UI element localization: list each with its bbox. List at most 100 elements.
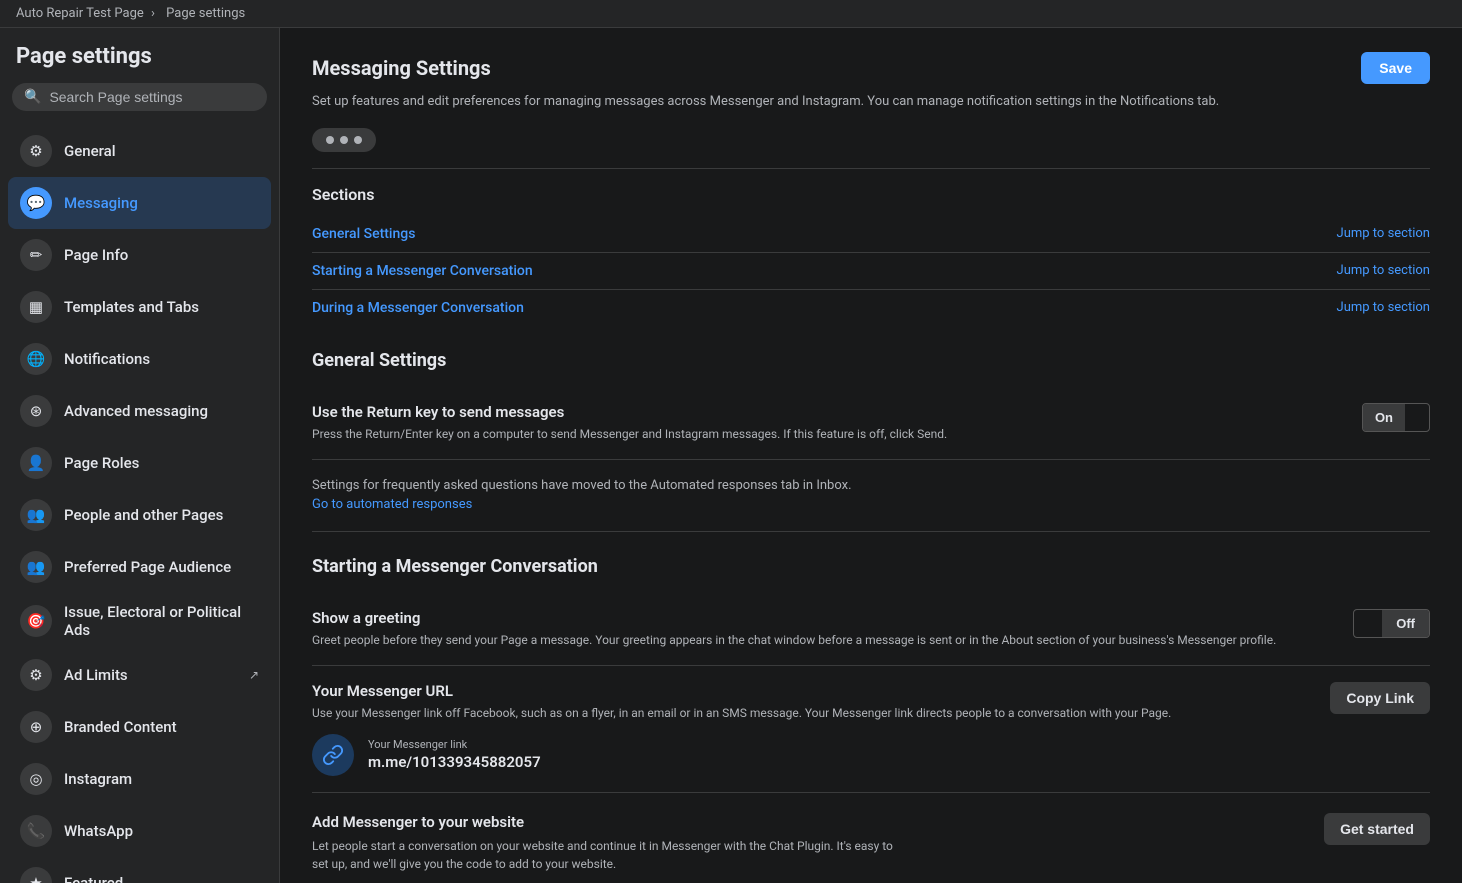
jump-to-starting-conversation[interactable]: Jump to section — [1337, 263, 1430, 278]
add-messenger-title: Add Messenger to your website — [312, 813, 912, 831]
jump-to-general-settings[interactable]: Jump to section — [1337, 226, 1430, 241]
nav-label-issue-ads: Issue, Electoral or Political Ads — [64, 603, 259, 639]
sidebar-item-instagram[interactable]: ◎Instagram — [8, 753, 271, 805]
dot-1 — [326, 136, 334, 144]
sidebar-item-branded-content[interactable]: ⊕ Branded Content — [8, 701, 271, 753]
nav-label-whatsapp: WhatsApp — [64, 822, 259, 840]
copy-link-button[interactable]: Copy Link — [1330, 682, 1430, 714]
greeting-on-button[interactable] — [1354, 617, 1382, 629]
sidebar-item-messaging[interactable]: 💬Messaging — [8, 177, 271, 229]
return-key-setting: Use the Return key to send messages Pres… — [312, 387, 1430, 460]
jump-to-during-conversation[interactable]: Jump to section — [1337, 300, 1430, 315]
sections-heading: Sections — [312, 185, 1430, 204]
sections-list: General Settings Jump to section Startin… — [312, 216, 1430, 326]
sidebar-item-advanced-messaging[interactable]: ⊛ Advanced messaging — [8, 385, 271, 437]
breadcrumb-section: Page settings — [166, 6, 245, 21]
panel-description: Set up features and edit preferences for… — [312, 92, 1430, 112]
sidebar: Page settings 🔍 ⚙ General 💬Messaging ✏ Page … — [0, 28, 280, 883]
show-greeting-toggle[interactable]: Off — [1353, 609, 1430, 638]
greeting-off-button[interactable]: Off — [1382, 610, 1429, 637]
nav-icon-whatsapp: 📞 — [20, 815, 52, 847]
nav-icon-general: ⚙ — [20, 135, 52, 167]
sidebar-item-page-roles[interactable]: 👤Page Roles — [8, 437, 271, 489]
divider-1 — [312, 168, 1430, 169]
search-icon: 🔍 — [24, 89, 41, 105]
messenger-url-label: Your Messenger link — [368, 738, 541, 751]
messenger-url-desc: Use your Messenger link off Facebook, su… — [312, 704, 1314, 722]
messenger-url-title: Your Messenger URL — [312, 682, 1314, 700]
return-key-label: Use the Return key to send messages — [312, 403, 1346, 421]
sidebar-nav: ⚙ General 💬Messaging ✏ Page Info ▦ Templates a… — [0, 121, 279, 883]
nav-label-notifications: Notifications — [64, 350, 259, 368]
panel-header: Messaging Settings Save — [312, 28, 1430, 92]
add-messenger-info: Add Messenger to your website Let people… — [312, 813, 912, 873]
sidebar-item-whatsapp[interactable]: 📞 WhatsApp — [8, 805, 271, 857]
messenger-url-section: Your Messenger URL Use your Messenger li… — [312, 666, 1430, 793]
search-box[interactable]: 🔍 — [12, 83, 267, 111]
messenger-url-info: Your Messenger URL Use your Messenger li… — [312, 682, 1314, 776]
nav-icon-issue-ads: 🎯 — [20, 605, 52, 637]
right-panel: Messaging Settings Save Set up features … — [280, 28, 1462, 883]
get-started-button[interactable]: Get started — [1324, 813, 1430, 845]
toggle-on-button[interactable]: On — [1363, 404, 1405, 431]
dot-2 — [340, 136, 348, 144]
breadcrumb-page-link[interactable]: Auto Repair Test Page — [16, 6, 144, 21]
nav-icon-templates: ▦ — [20, 291, 52, 323]
show-greeting-info: Show a greeting Greet people before they… — [312, 609, 1337, 649]
save-button[interactable]: Save — [1361, 52, 1430, 84]
section-row-3: During a Messenger Conversation Jump to … — [312, 290, 1430, 326]
nav-label-general: General — [64, 142, 259, 160]
sidebar-item-ad-limits[interactable]: ⚙ Ad Limits ↗ — [8, 649, 271, 701]
sidebar-item-featured[interactable]: ★Featured — [8, 857, 271, 883]
external-link-icon-ad-limits: ↗ — [249, 668, 259, 682]
automated-responses-link[interactable]: Go to automated responses — [312, 497, 472, 512]
add-messenger-section: Add Messenger to your website Let people… — [312, 793, 1430, 883]
section-starting-conversation-link[interactable]: Starting a Messenger Conversation — [312, 263, 533, 279]
nav-label-branded-content: Branded Content — [64, 718, 259, 736]
nav-icon-page-info: ✏ — [20, 239, 52, 271]
add-messenger-desc: Let people start a conversation on your … — [312, 837, 912, 873]
nav-label-ad-limits: Ad Limits — [64, 666, 237, 684]
nav-label-templates: Templates and Tabs — [64, 298, 259, 316]
section-row-1: General Settings Jump to section — [312, 216, 1430, 253]
sidebar-item-preferred-audience[interactable]: 👥Preferred Page Audience — [8, 541, 271, 593]
sidebar-item-page-info[interactable]: ✏ Page Info — [8, 229, 271, 281]
messenger-link-icon — [312, 734, 354, 776]
sidebar-item-general[interactable]: ⚙ General — [8, 125, 271, 177]
sidebar-item-issue-ads[interactable]: 🎯 Issue, Electoral or Political Ads — [8, 593, 271, 649]
nav-icon-notifications: 🌐 — [20, 343, 52, 375]
general-settings-section: General Settings Use the Return key to s… — [312, 350, 1430, 532]
nav-icon-ad-limits: ⚙ — [20, 659, 52, 691]
automated-note: Settings for frequently asked questions … — [312, 460, 1430, 532]
automated-note-text: Settings for frequently asked questions … — [312, 478, 852, 493]
messenger-url-display: Your Messenger link m.me/101339345882057 — [312, 734, 1314, 776]
nav-label-page-info: Page Info — [64, 246, 259, 264]
nav-icon-people-pages: 👥 — [20, 499, 52, 531]
add-messenger-header: Add Messenger to your website Let people… — [312, 813, 1430, 873]
nav-label-instagram: Instagram — [64, 770, 259, 788]
nav-icon-branded-content: ⊕ — [20, 711, 52, 743]
nav-icon-messaging: 💬 — [20, 187, 52, 219]
nav-label-preferred-audience: Preferred Page Audience — [64, 558, 259, 576]
section-during-conversation-link[interactable]: During a Messenger Conversation — [312, 300, 524, 316]
search-input[interactable] — [49, 89, 255, 105]
show-greeting-setting: Show a greeting Greet people before they… — [312, 593, 1430, 666]
section-general-settings-link[interactable]: General Settings — [312, 226, 415, 242]
search-container: 🔍 — [0, 79, 279, 121]
sidebar-item-notifications[interactable]: 🌐 Notifications — [8, 333, 271, 385]
messenger-url-value: m.me/101339345882057 — [368, 753, 541, 771]
starting-conversation-title: Starting a Messenger Conversation — [312, 556, 1430, 577]
loading-indicator — [312, 128, 376, 152]
section-row-2: Starting a Messenger Conversation Jump t… — [312, 253, 1430, 290]
return-key-desc: Press the Return/Enter key on a computer… — [312, 425, 1346, 443]
toggle-off-button[interactable] — [1405, 411, 1429, 423]
sidebar-item-templates[interactable]: ▦ Templates and Tabs — [8, 281, 271, 333]
nav-label-advanced-messaging: Advanced messaging — [64, 402, 259, 420]
nav-icon-featured: ★ — [20, 867, 52, 883]
nav-icon-advanced-messaging: ⊛ — [20, 395, 52, 427]
dot-3 — [354, 136, 362, 144]
return-key-toggle[interactable]: On — [1362, 403, 1430, 432]
sidebar-title: Page settings — [0, 28, 279, 79]
sidebar-item-people-pages[interactable]: 👥People and other Pages — [8, 489, 271, 541]
general-settings-title: General Settings — [312, 350, 1430, 371]
